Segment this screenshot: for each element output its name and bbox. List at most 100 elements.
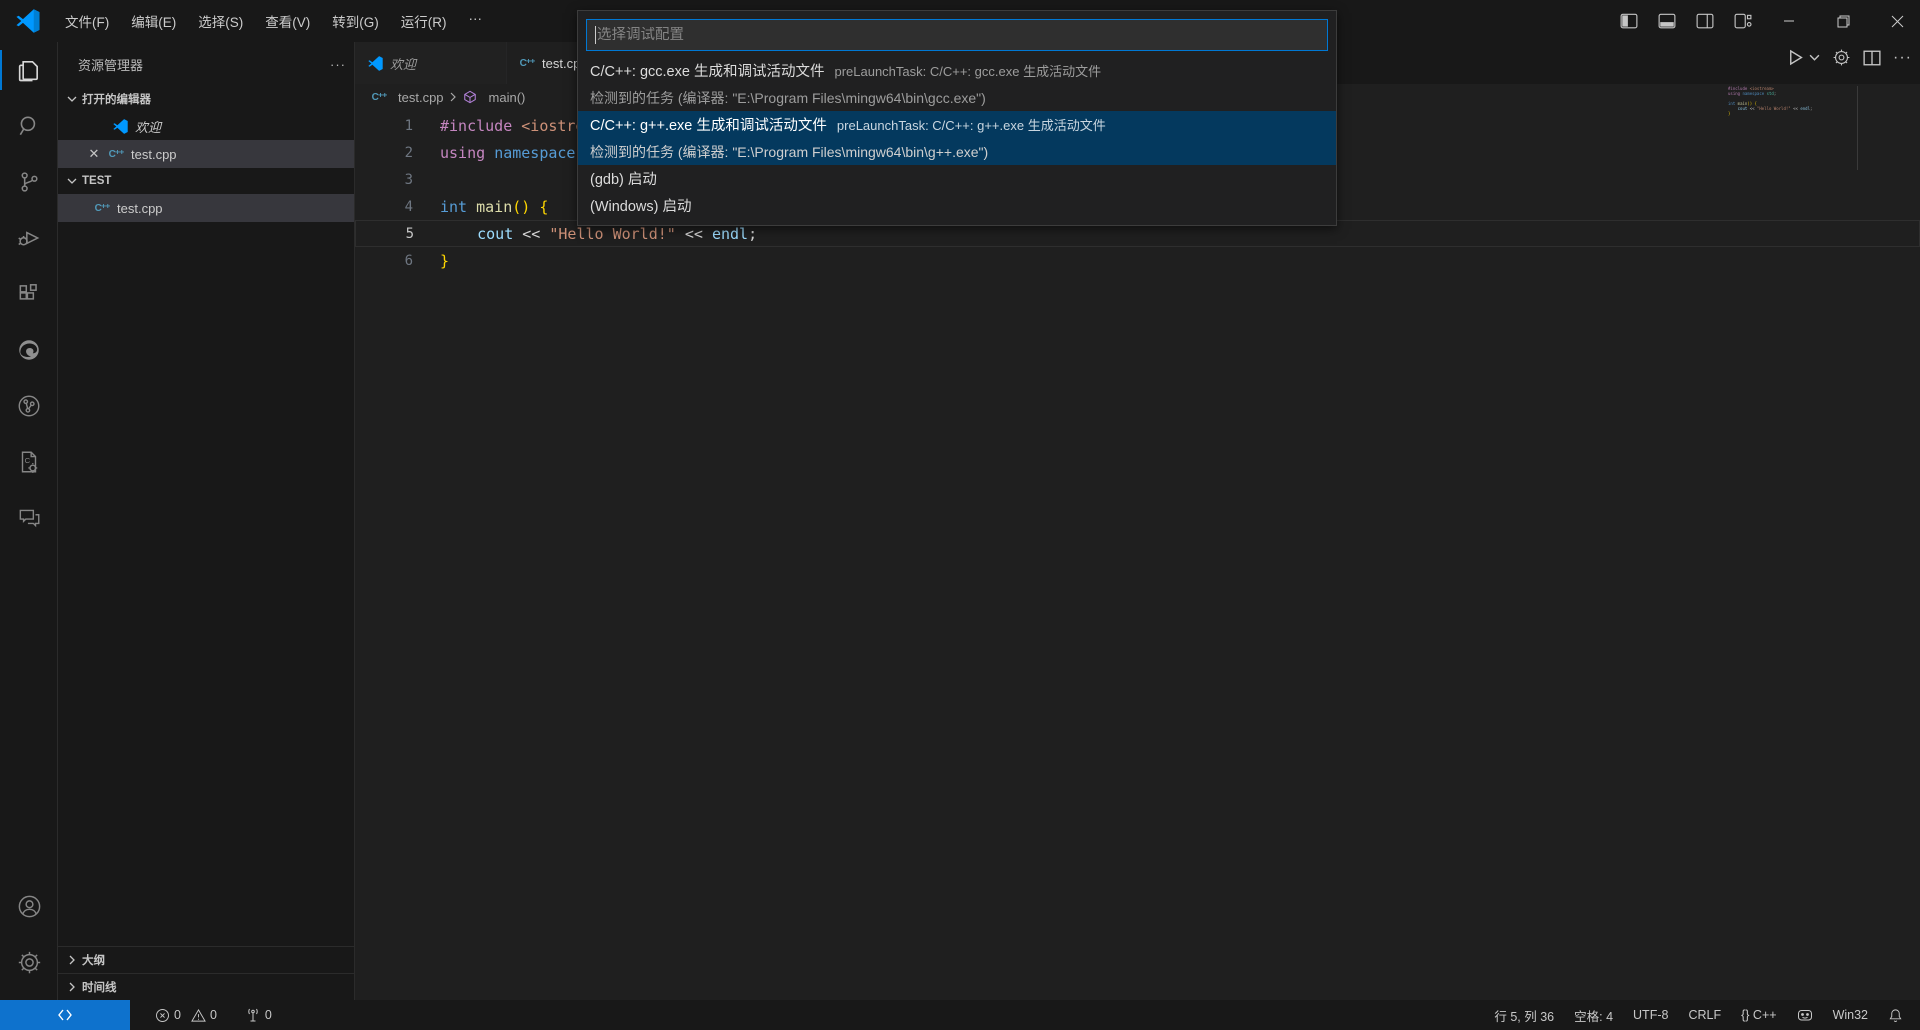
warning-count: 0 (210, 1008, 217, 1022)
code-line-6[interactable]: 6} (355, 247, 1920, 274)
git-graph-icon[interactable] (0, 378, 58, 434)
cpp-file-icon: C⁺⁺ (371, 89, 387, 105)
os-indicator[interactable]: Win32 (1826, 1008, 1875, 1022)
quickpick-item-label: C/C++: g++.exe 生成和调试活动文件 (590, 114, 827, 135)
source-control-icon[interactable] (0, 154, 58, 210)
notifications-bell-icon[interactable] (1881, 1008, 1910, 1023)
close-icon[interactable]: ✕ (86, 146, 102, 162)
menu-[interactable]: ··· (458, 5, 494, 37)
extensions-icon[interactable] (0, 266, 58, 322)
menu-v[interactable]: 查看(V) (254, 5, 321, 37)
line-number: 3 (355, 172, 413, 188)
line-col-indicator[interactable]: 行 5, 列 36 (1487, 1006, 1561, 1025)
run-debug-icon[interactable] (0, 210, 58, 266)
minimap[interactable]: #include <iostream>using namespace std;i… (1728, 86, 1848, 116)
account-icon[interactable] (0, 878, 58, 934)
editor-actions: ··· (1786, 48, 1912, 67)
debug-config-quickpick: C/C++: gcc.exe 生成和调试活动文件 preLaunchTask: C… (577, 10, 1337, 226)
quickpick-item[interactable]: (Windows) 启动 (578, 192, 1336, 219)
chevron-down-icon (64, 173, 80, 189)
toggle-sidebar-icon[interactable] (1614, 6, 1644, 36)
toggle-panel-icon[interactable] (1652, 6, 1682, 36)
quickpick-item-description: preLaunchTask: C/C++: g++.exe 生成活动文件 (837, 115, 1106, 134)
status-bar: 0 0 0 行 5, 列 36 空格: 4 UTF-8 CRLF {} C++ … (0, 1000, 1920, 1030)
quickpick-item-label: C/C++: gcc.exe 生成和调试活动文件 (590, 60, 824, 81)
open-settings-icon[interactable] (1832, 48, 1851, 67)
cpp-file-icon: C⁺⁺ (94, 200, 110, 216)
open-editor-testcpp[interactable]: ✕ C⁺⁺ test.cpp (58, 140, 354, 168)
problems-indicator[interactable]: 0 0 (148, 1000, 224, 1030)
close-window-button[interactable] (1874, 0, 1920, 42)
settings-gear-icon[interactable] (0, 934, 58, 990)
customize-layout-icon[interactable] (1728, 6, 1758, 36)
restore-button[interactable] (1820, 0, 1866, 42)
quickpick-item[interactable]: C/C++: gcc.exe 生成和调试活动文件 preLaunchTask: C… (578, 57, 1336, 111)
folder-header-test[interactable]: TEST (58, 168, 354, 194)
menu-g[interactable]: 转到(G) (321, 5, 390, 37)
line-number: 5 (356, 226, 414, 242)
line-number: 4 (355, 199, 413, 215)
menu-bar: 文件(F)编辑(E)选择(S)查看(V)转到(G)运行(R)··· (54, 5, 493, 37)
remote-indicator[interactable] (0, 1000, 130, 1030)
quickpick-item[interactable]: C/C++: g++.exe 生成和调试活动文件 preLaunchTask: C… (578, 111, 1336, 165)
explorer-more-actions-icon[interactable]: ··· (330, 57, 346, 72)
timeline-section[interactable]: 时间线 (58, 973, 354, 1000)
line-number: 1 (355, 118, 413, 134)
menu-r[interactable]: 运行(R) (390, 5, 458, 37)
file-row-testcpp[interactable]: C⁺⁺ test.cpp (58, 194, 354, 222)
window-controls (1614, 0, 1920, 42)
breadcrumb-symbol[interactable]: main() (489, 90, 526, 105)
breadcrumb-separator-icon (448, 92, 458, 102)
open-editor-welcome[interactable]: 欢迎 (58, 112, 354, 140)
ports-count: 0 (265, 1008, 272, 1022)
code-text: cout << "Hello World!" << endl; (1728, 106, 1812, 111)
quickpick-list: C/C++: gcc.exe 生成和调试活动文件 preLaunchTask: C… (578, 57, 1336, 219)
tab-welcome[interactable]: 欢迎 (355, 42, 507, 84)
activity-bar: C (0, 42, 58, 1000)
code-line-6[interactable]: } (1728, 111, 1848, 116)
cpp-properties-icon[interactable]: C (0, 434, 58, 490)
explorer-sidebar: 资源管理器 ··· 打开的编辑器 欢迎 ✕ C⁺⁺ test.cpp TEST … (58, 42, 355, 1000)
open-editors-header[interactable]: 打开的编辑器 (58, 86, 354, 112)
menu-e[interactable]: 编辑(E) (120, 5, 187, 37)
quickpick-input-wrap (586, 19, 1328, 51)
comments-icon[interactable] (0, 490, 58, 546)
toggle-secondary-sidebar-icon[interactable] (1690, 6, 1720, 36)
outline-section[interactable]: 大纲 (58, 946, 354, 973)
code-text: using namespace std; (1728, 91, 1776, 96)
vscode-logo-icon (16, 9, 40, 33)
error-count: 0 (174, 1008, 181, 1022)
quickpick-input[interactable] (597, 27, 1319, 43)
minimap-divider (1857, 86, 1858, 170)
split-editor-icon[interactable] (1863, 49, 1881, 67)
quickpick-item-label: (Windows) 启动 (590, 195, 692, 216)
search-icon[interactable] (0, 98, 58, 154)
quickpick-item-detail: 检测到的任务 (编译器: "E:\Program Files\mingw64\b… (590, 138, 1324, 165)
code-text: int main() { (413, 198, 548, 216)
code-text: cout << "Hello World!" << endl; (414, 225, 757, 243)
text-caret (595, 26, 596, 44)
menu-s[interactable]: 选择(S) (187, 5, 254, 37)
edge-browser-icon[interactable] (0, 322, 58, 378)
quickpick-item-description: preLaunchTask: C/C++: gcc.exe 生成活动文件 (834, 61, 1101, 80)
sidebar-title: 资源管理器 (78, 55, 143, 74)
run-button[interactable] (1786, 48, 1805, 67)
explorer-icon[interactable] (0, 42, 58, 98)
ports-indicator[interactable]: 0 (238, 1000, 279, 1030)
quickpick-item-label: (gdb) 启动 (590, 168, 657, 189)
quickpick-item[interactable]: (gdb) 启动 (578, 165, 1336, 192)
feedback-smiley-icon[interactable] (1790, 1007, 1820, 1023)
svg-text:C: C (25, 456, 31, 465)
encoding-indicator[interactable]: UTF-8 (1626, 1008, 1675, 1022)
language-indicator[interactable]: {} C++ (1734, 1008, 1783, 1022)
vscode-logo-icon (367, 55, 383, 71)
breadcrumb-file[interactable]: test.cpp (398, 90, 444, 105)
eol-indicator[interactable]: CRLF (1681, 1008, 1728, 1022)
cpp-file-icon: C⁺⁺ (108, 146, 124, 162)
indent-indicator[interactable]: 空格: 4 (1567, 1006, 1620, 1025)
chevron-down-icon (64, 91, 80, 107)
run-dropdown-chevron-icon[interactable] (1809, 52, 1820, 63)
more-actions-icon[interactable]: ··· (1893, 49, 1912, 67)
minimize-button[interactable] (1766, 0, 1812, 42)
menu-f[interactable]: 文件(F) (54, 5, 120, 37)
